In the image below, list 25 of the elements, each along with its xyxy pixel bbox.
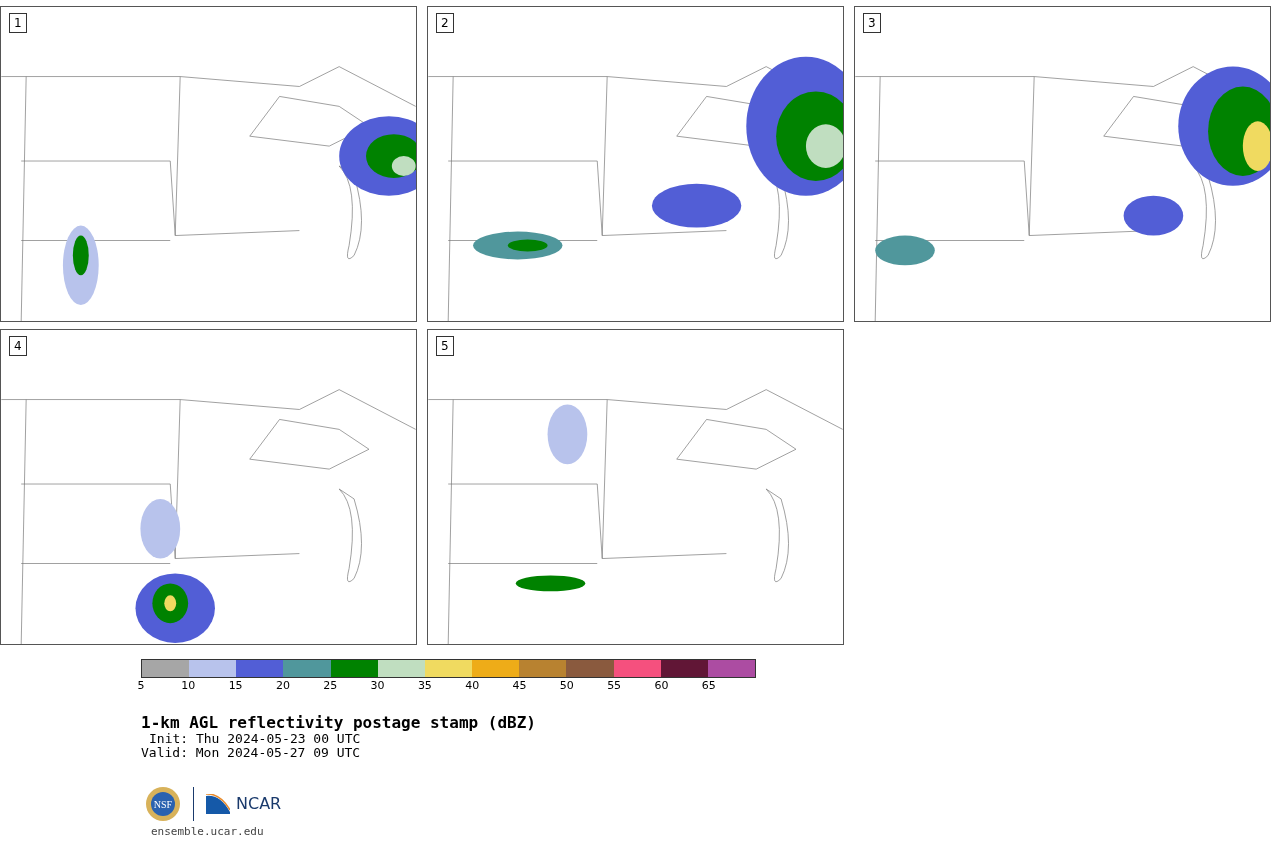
tick-label: 50 [559, 678, 574, 694]
tick-label: 10 [181, 678, 196, 694]
tick-label: 20 [275, 678, 290, 694]
ncar-logo-text: NCAR [236, 793, 282, 815]
valid-time: Valid: Mon 2024-05-27 09 UTC [141, 746, 362, 760]
panel-number: 5 [436, 336, 454, 356]
panel-number: 3 [863, 13, 881, 33]
tick-label: 60 [654, 678, 669, 694]
tick-label: 45 [512, 678, 527, 694]
tick-label: 40 [465, 678, 480, 694]
tick-label: 35 [417, 678, 432, 694]
site-url: ensemble.ucar.edu [151, 824, 265, 840]
tick-label: 25 [323, 678, 338, 694]
chart-title: 1-km AGL reflectivity postage stamp (dBZ) [141, 714, 537, 732]
panel-number: 2 [436, 13, 454, 33]
tick-label: 30 [370, 678, 385, 694]
tick-label: 15 [228, 678, 243, 694]
tick-label: 65 [701, 678, 716, 694]
ncar-logo-icon [206, 794, 230, 814]
tick-label: 55 [607, 678, 622, 694]
panel-number: 4 [9, 336, 27, 356]
panel-number: 1 [9, 13, 27, 33]
init-time: Init: Thu 2024-05-23 00 UTC [148, 732, 362, 746]
nsf-logo: NSF [145, 786, 181, 822]
tick-label: 5 [137, 678, 145, 694]
